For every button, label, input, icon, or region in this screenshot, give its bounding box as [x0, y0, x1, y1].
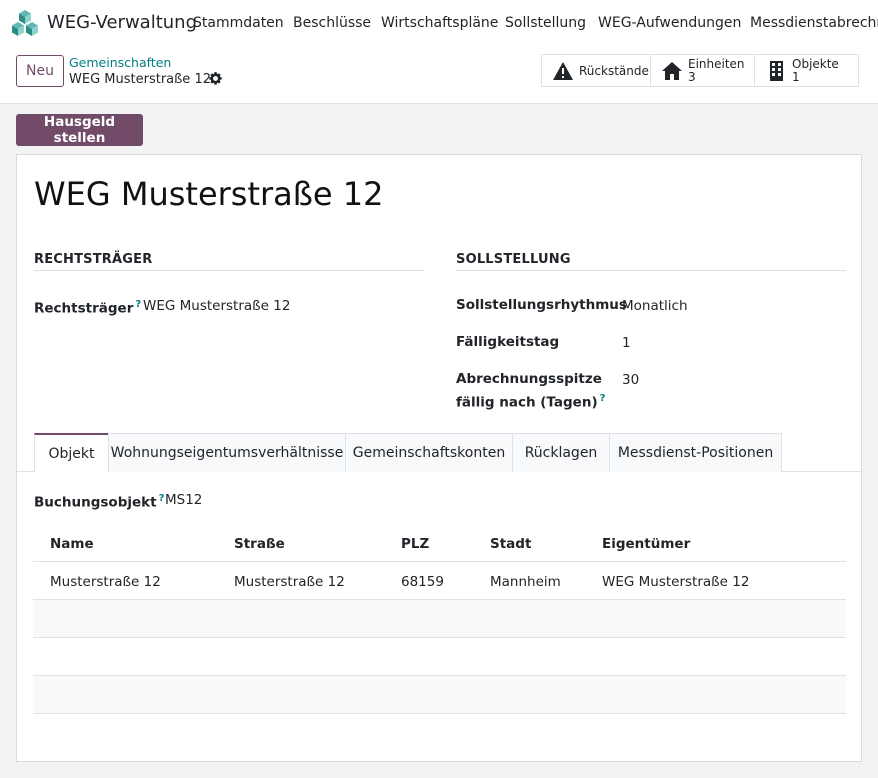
einheiten-count: 3: [688, 70, 696, 84]
building-icon: [770, 61, 783, 81]
help-icon[interactable]: ?: [159, 493, 165, 504]
column-header-plz[interactable]: PLZ: [401, 536, 429, 552]
cell-stadt: Mannheim: [490, 574, 561, 590]
cell-name: Musterstraße 12: [50, 574, 161, 590]
column-header-name[interactable]: Name: [50, 536, 94, 552]
rueckstaende-stat-button[interactable]: Rückstände: [541, 54, 651, 87]
gear-icon[interactable]: [209, 72, 222, 85]
table-header-divider: [33, 561, 846, 562]
empty-row: [33, 600, 846, 637]
help-icon[interactable]: ?: [600, 393, 606, 404]
abrechnungsspitze-label: Abrechnungsspitze fällig nach (Tagen)?: [456, 371, 606, 411]
section-title-rechtstraeger: RECHTSTRÄGER: [34, 252, 153, 267]
rechtstraeger-label: Rechtsträger?: [34, 299, 142, 317]
tab-gemeinschaftskonten[interactable]: Gemeinschaftskonten: [345, 433, 513, 472]
tab-objekt[interactable]: Objekt: [34, 433, 109, 472]
menu-stammdaten[interactable]: Stammdaten: [193, 15, 284, 31]
cell-eigentuemer: WEG Musterstraße 12: [602, 574, 750, 590]
menu-messdienstabrechnung[interactable]: Messdienstabrechnu: [750, 15, 878, 31]
tab-ruecklagen[interactable]: Rücklagen: [512, 433, 610, 472]
row-divider: [33, 637, 846, 638]
section-title-sollstellung: SOLLSTELLUNG: [456, 252, 571, 267]
home-icon: [662, 62, 682, 80]
einheiten-label: Einheiten: [688, 57, 745, 71]
menu-sollstellung[interactable]: Sollstellung: [505, 15, 586, 31]
breadcrumb-current: WEG Musterstraße 12: [69, 72, 211, 87]
new-button[interactable]: Neu: [16, 55, 64, 87]
section-divider: [456, 270, 846, 271]
tab-messdienst-positionen[interactable]: Messdienst-Positionen: [609, 433, 782, 472]
record-title: WEG Musterstraße 12: [34, 175, 384, 213]
buchungsobjekt-label: Buchungsobjekt?: [34, 493, 165, 511]
tab-wohnungseigentumsverhaeltnisse[interactable]: Wohnungseigentumsverhältnisse: [108, 433, 346, 472]
breadcrumb-parent[interactable]: Gemeinschaften: [69, 55, 171, 70]
cell-plz: 68159: [401, 574, 444, 590]
faelligkeitstag-value[interactable]: 1: [622, 335, 631, 351]
control-panel: Neu Gemeinschaften WEG Musterstraße 12 R…: [0, 46, 878, 104]
rueckstaende-label: Rückstände: [579, 64, 649, 78]
top-navbar: WEG-Verwaltung Stammdaten Beschlüsse Wir…: [0, 0, 878, 46]
buchungsobjekt-value[interactable]: MS12: [165, 492, 202, 508]
empty-row: [33, 676, 846, 713]
faelligkeitstag-label: Fälligkeitstag: [456, 334, 560, 350]
app-logo-icon[interactable]: [12, 9, 38, 37]
sollstellungsrhythmus-label: Sollstellungsrhythmus: [456, 297, 627, 313]
hausgeld-stellen-button[interactable]: Hausgeld stellen: [16, 114, 143, 146]
menu-weg-aufwendungen[interactable]: WEG-Aufwendungen: [598, 15, 741, 31]
abrechnungsspitze-value[interactable]: 30: [622, 372, 639, 388]
section-divider: [34, 270, 424, 271]
row-divider: [33, 713, 846, 714]
rechtstraeger-value[interactable]: WEG Musterstraße 12: [143, 298, 290, 314]
menu-wirtschaftsplaene[interactable]: Wirtschaftspläne: [381, 15, 498, 31]
objekte-stat-button[interactable]: Objekte 1: [754, 54, 859, 87]
column-header-stadt[interactable]: Stadt: [490, 536, 531, 552]
menu-beschluesse[interactable]: Beschlüsse: [293, 15, 371, 31]
help-icon[interactable]: ?: [135, 299, 141, 310]
objekte-count: 1: [792, 70, 800, 84]
column-header-strasse[interactable]: Straße: [234, 536, 285, 552]
cell-strasse: Musterstraße 12: [234, 574, 345, 590]
column-header-eigentuemer[interactable]: Eigentümer: [602, 536, 690, 552]
einheiten-stat-button[interactable]: Einheiten 3: [650, 54, 755, 87]
sollstellungsrhythmus-value[interactable]: Monatlich: [622, 298, 688, 314]
form-sheet: WEG Musterstraße 12 RECHTSTRÄGER Rechtst…: [16, 154, 862, 762]
app-name[interactable]: WEG-Verwaltung: [47, 12, 197, 33]
warning-icon: [553, 62, 573, 80]
